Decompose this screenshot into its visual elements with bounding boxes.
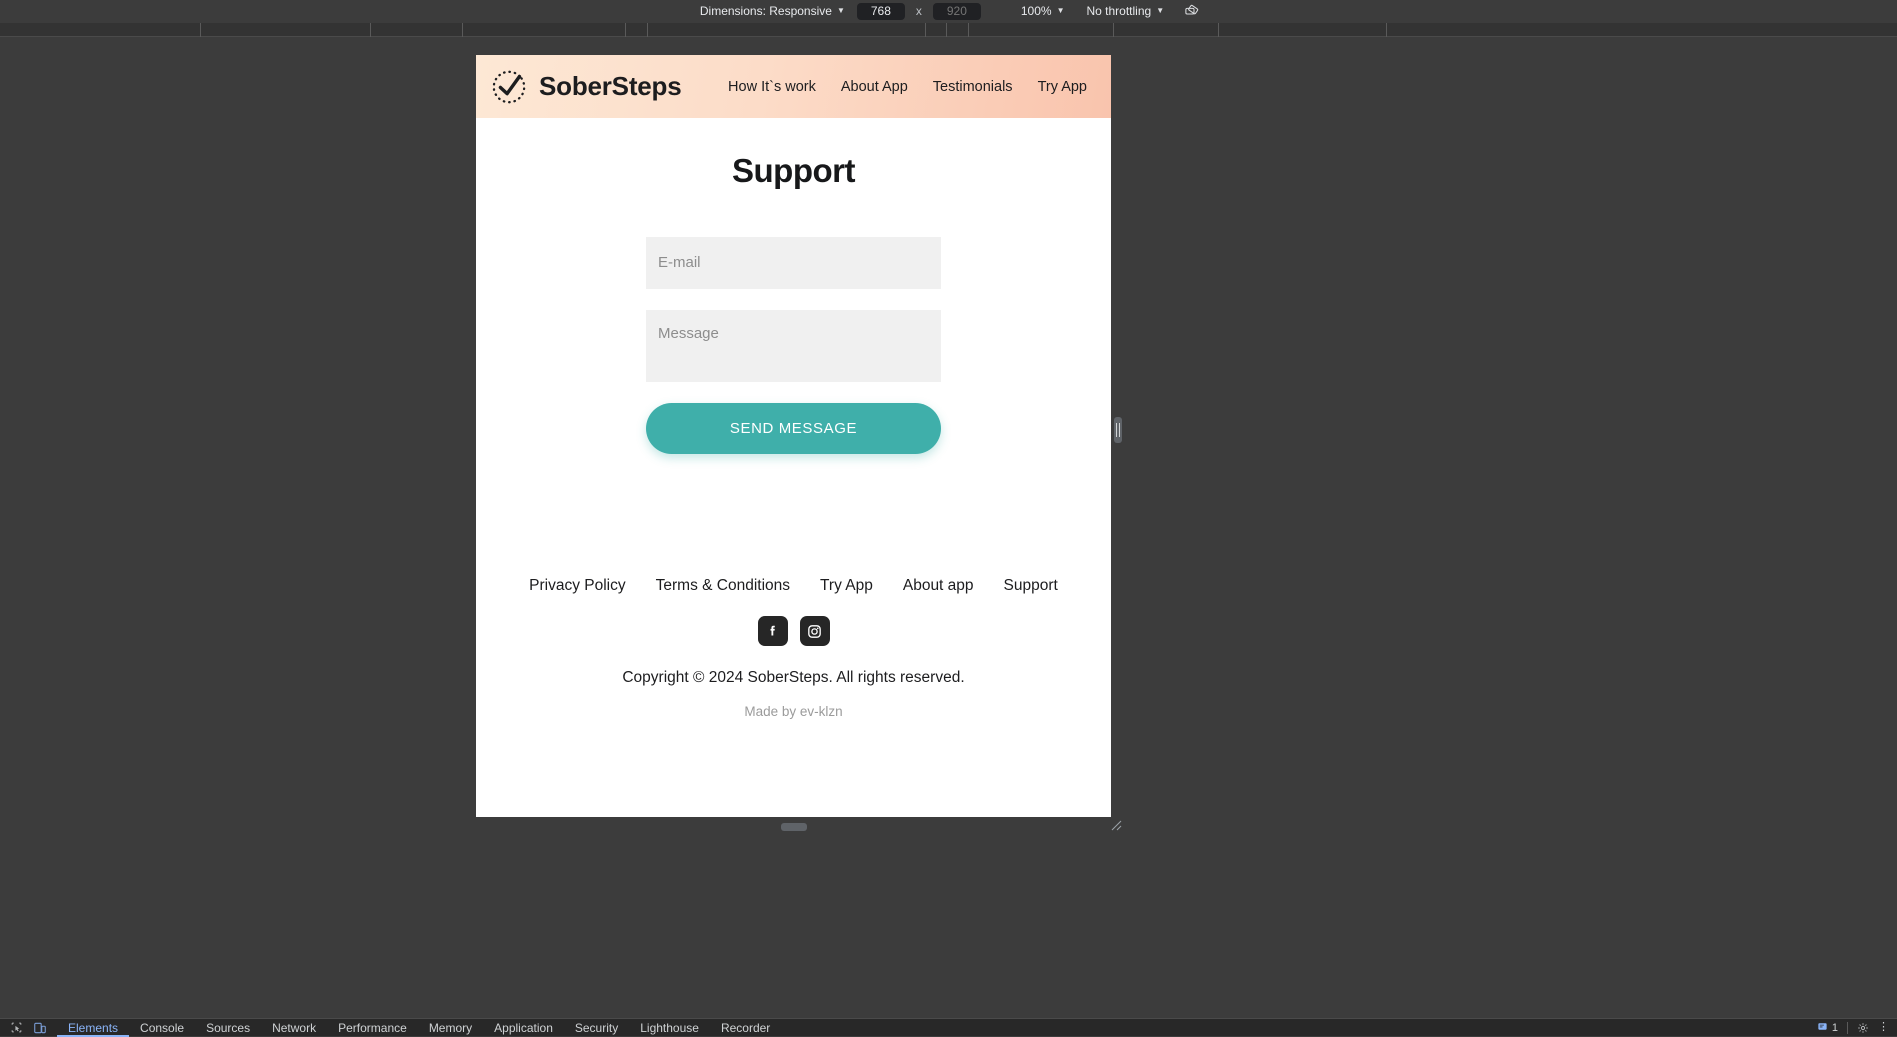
instagram-icon[interactable]	[799, 616, 830, 646]
footer-link-terms-conditions[interactable]: Terms & Conditions	[656, 577, 790, 595]
devtools-right-status: 1 ⋮	[1817, 1021, 1897, 1035]
devtools-left-icons	[0, 1021, 57, 1035]
tab-memory[interactable]: Memory	[418, 1019, 483, 1037]
viewport-resize-handle-corner[interactable]	[1109, 818, 1123, 832]
viewport-width-input[interactable]	[856, 2, 905, 20]
tab-network[interactable]: Network	[261, 1019, 327, 1037]
viewport-ruler	[0, 23, 1897, 37]
toggle-device-toolbar-icon[interactable]	[33, 1021, 47, 1035]
chevron-down-icon: ▼	[1156, 6, 1165, 15]
brand-logo[interactable]: SoberSteps	[490, 68, 682, 106]
inspect-element-icon[interactable]	[10, 1021, 23, 1034]
tab-lighthouse[interactable]: Lighthouse	[629, 1019, 710, 1037]
tab-console[interactable]: Console	[129, 1019, 195, 1037]
footer-links: Privacy Policy Terms & Conditions Try Ap…	[476, 577, 1111, 595]
console-message-count[interactable]: 1	[1817, 1021, 1838, 1035]
chevron-down-icon: ▼	[836, 6, 845, 15]
throttling-label: No throttling	[1086, 4, 1152, 18]
footer-link-support[interactable]: Support	[1004, 577, 1058, 595]
console-message-count-value: 1	[1831, 1021, 1838, 1034]
site-footer: Privacy Policy Terms & Conditions Try Ap…	[476, 577, 1111, 733]
gear-icon[interactable]	[1857, 1022, 1869, 1034]
tab-application[interactable]: Application	[483, 1019, 564, 1037]
nav-link-testimonials[interactable]: Testimonials	[933, 79, 1013, 95]
support-main: Support SEND MESSAGE	[476, 118, 1111, 454]
page-frame: SoberSteps How It`s work About App Testi…	[476, 55, 1111, 817]
rotate-device-icon[interactable]	[1184, 4, 1199, 19]
viewport-area: SoberSteps How It`s work About App Testi…	[0, 37, 1897, 1018]
send-message-button[interactable]: SEND MESSAGE	[646, 403, 941, 454]
site-header: SoberSteps How It`s work About App Testi…	[476, 55, 1111, 118]
page-title: Support	[732, 152, 855, 189]
support-form: SEND MESSAGE	[646, 237, 941, 454]
nav-link-about-app[interactable]: About App	[841, 79, 908, 95]
made-by-text: Made by ev-klzn	[744, 704, 843, 719]
tab-security[interactable]: Security	[564, 1019, 629, 1037]
device-toolbar: Dimensions: Responsive ▼ x 100% ▼ No thr…	[0, 0, 1897, 23]
checkmark-in-dotted-circle-icon	[490, 68, 528, 106]
zoom-label: 100%	[1020, 4, 1052, 18]
nav-link-how-its-work[interactable]: How It`s work	[728, 79, 816, 95]
footer-link-about-app[interactable]: About app	[903, 577, 974, 595]
tab-sources[interactable]: Sources	[195, 1019, 261, 1037]
dimensions-dropdown[interactable]: Dimensions: Responsive ▼	[698, 3, 847, 19]
tab-elements[interactable]: Elements	[57, 1019, 129, 1037]
divider	[1847, 1021, 1848, 1034]
zoom-dropdown[interactable]: 100% ▼	[1019, 3, 1067, 19]
viewport-height-input[interactable]	[932, 2, 981, 20]
throttling-dropdown[interactable]: No throttling ▼	[1084, 3, 1166, 19]
facebook-icon[interactable]	[757, 616, 788, 646]
console-message-icon	[1817, 1021, 1828, 1035]
message-field[interactable]	[646, 310, 941, 382]
social-links	[476, 616, 1111, 646]
viewport-resize-handle-bottom[interactable]	[781, 823, 807, 831]
dimension-separator: x	[915, 4, 922, 18]
dimensions-label: Dimensions: Responsive	[699, 4, 832, 18]
tab-performance[interactable]: Performance	[327, 1019, 418, 1037]
main-nav: How It`s work About App Testimonials Try…	[728, 79, 1087, 95]
footer-link-privacy-policy[interactable]: Privacy Policy	[529, 577, 625, 595]
copyright-text: Copyright © 2024 SoberSteps. All rights …	[622, 669, 965, 686]
email-field[interactable]	[646, 237, 941, 289]
kebab-menu-icon[interactable]: ⋮	[1878, 1022, 1889, 1033]
nav-link-try-app[interactable]: Try App	[1038, 79, 1087, 95]
tab-recorder[interactable]: Recorder	[710, 1019, 781, 1037]
viewport-resize-handle-right[interactable]	[1114, 417, 1122, 443]
footer-link-try-app[interactable]: Try App	[820, 577, 873, 595]
chevron-down-icon: ▼	[1056, 6, 1065, 15]
devtools-tab-bar: Elements Console Sources Network Perform…	[0, 1018, 1897, 1036]
devtools-tabs: Elements Console Sources Network Perform…	[57, 1019, 781, 1037]
brand-name: SoberSteps	[539, 71, 682, 101]
